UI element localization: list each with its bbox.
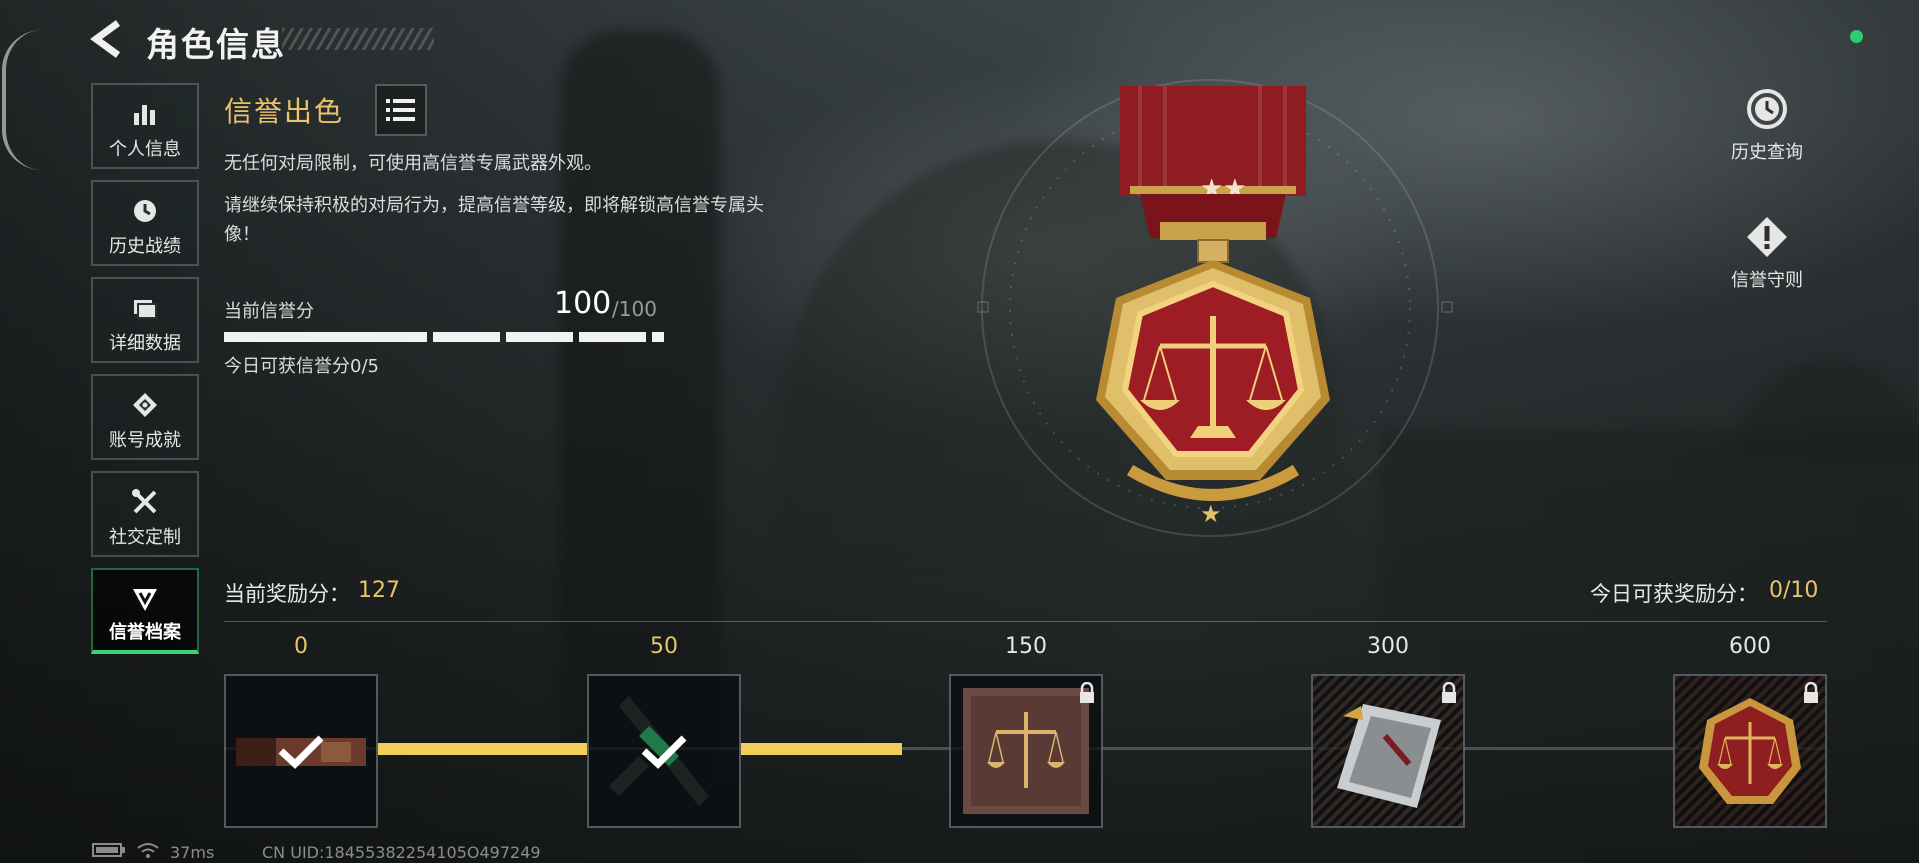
reward-track-progress: [741, 743, 902, 755]
reward-tier-card-150[interactable]: [949, 674, 1103, 828]
credit-progress-segment: [224, 332, 427, 342]
sidebar-item-label: 历史战绩: [109, 236, 181, 257]
credit-description-1: 无任何对局限制，可使用高信誉专属武器外观。: [224, 153, 602, 174]
credit-rules-label: 信誉守则: [1731, 270, 1803, 291]
credit-progress-segment: [579, 332, 646, 342]
tier-threshold: 300: [1367, 634, 1409, 659]
credit-level-title: 信誉出色: [224, 95, 345, 128]
credit-progress-segment: [506, 332, 573, 342]
credit-progress-segment: [652, 332, 664, 342]
credit-levels-list-button[interactable]: [375, 84, 427, 136]
lock-icon: [1804, 682, 1818, 703]
reward-tier-card-600[interactable]: [1673, 674, 1827, 828]
current-reward-points-value: 127: [358, 578, 400, 603]
screen-edge-arc: [2, 30, 46, 170]
bar-chart-icon: [134, 105, 155, 125]
tier-threshold: 50: [650, 634, 678, 659]
wifi-icon: [137, 843, 159, 858]
sidebar-item-history-record[interactable]: 历史战绩: [91, 180, 199, 266]
page-title: 角色信息: [146, 25, 286, 64]
credit-score-max: /100: [612, 297, 657, 321]
list-icon: [386, 99, 415, 121]
current-reward-points-label: 当前奖励分：: [224, 582, 350, 606]
daily-credit-gain: 今日可获信誉分0/5: [224, 356, 379, 377]
credit-shield-icon: [133, 589, 157, 611]
history-clock-icon: [1747, 89, 1787, 129]
tier-threshold: 600: [1729, 634, 1771, 659]
back-button[interactable]: [90, 20, 124, 58]
tools-icon: [132, 489, 157, 514]
sidebar-item-credit-profile[interactable]: 信誉档案: [91, 568, 199, 654]
lock-icon: [1442, 682, 1456, 703]
reward-tier-card-50[interactable]: [587, 674, 741, 828]
folder-icon: [134, 300, 157, 319]
sidebar-item-label: 详细数据: [109, 333, 181, 354]
tier-threshold: 150: [1005, 634, 1047, 659]
achievement-icon: [133, 393, 157, 417]
credit-progress-segment: [433, 332, 500, 342]
sidebar-item-social-customization[interactable]: 社交定制: [91, 471, 199, 557]
checkmark-icon: [641, 735, 687, 769]
reward-tier-card-0[interactable]: [224, 674, 378, 828]
sidebar-item-personal-info[interactable]: 个人信息: [91, 83, 199, 169]
back-arrow-icon: [90, 20, 121, 58]
sidebar-item-account-achievements[interactable]: 账号成就: [91, 374, 199, 460]
reward-divider: [224, 621, 1827, 622]
reward-tier-card-300[interactable]: [1311, 674, 1465, 828]
credit-medal-icon: ★★ ★: [977, 79, 1453, 537]
history-query-button[interactable]: 历史查询: [1707, 86, 1827, 164]
sidebar-item-label: 信誉档案: [109, 622, 181, 643]
credit-description-2: 请继续保持积极的对局行为，提高信誉等级，即将解锁高信誉专属头像！: [224, 195, 764, 245]
daily-reward-points-value: 0/10: [1769, 578, 1819, 603]
tier-threshold: 0: [294, 634, 308, 659]
player-uid: CN UID:18455382254105O497249: [262, 843, 541, 862]
battery-icon: [92, 843, 125, 857]
warning-diamond-icon: [1747, 217, 1787, 257]
reward-track-progress: [378, 743, 587, 755]
title-decoration: [282, 28, 434, 50]
sidebar-item-label: 账号成就: [109, 430, 181, 451]
checkmark-icon: [278, 735, 324, 769]
lock-icon: [1080, 682, 1094, 703]
sidebar-item-label: 个人信息: [109, 139, 181, 160]
svg-text:★: ★: [1200, 500, 1222, 528]
clock-icon: [134, 200, 156, 222]
daily-reward-points-label: 今日可获奖励分：: [1590, 582, 1758, 606]
credit-score-value: 100: [554, 286, 612, 321]
online-status-dot: [1850, 30, 1863, 43]
sidebar-item-detailed-data[interactable]: 详细数据: [91, 277, 199, 363]
credit-score-label: 当前信誉分: [224, 301, 314, 322]
sidebar-item-label: 社交定制: [109, 527, 181, 548]
credit-rules-button[interactable]: 信誉守则: [1707, 214, 1827, 292]
history-query-label: 历史查询: [1731, 142, 1803, 163]
ping-value: 37ms: [170, 843, 215, 862]
